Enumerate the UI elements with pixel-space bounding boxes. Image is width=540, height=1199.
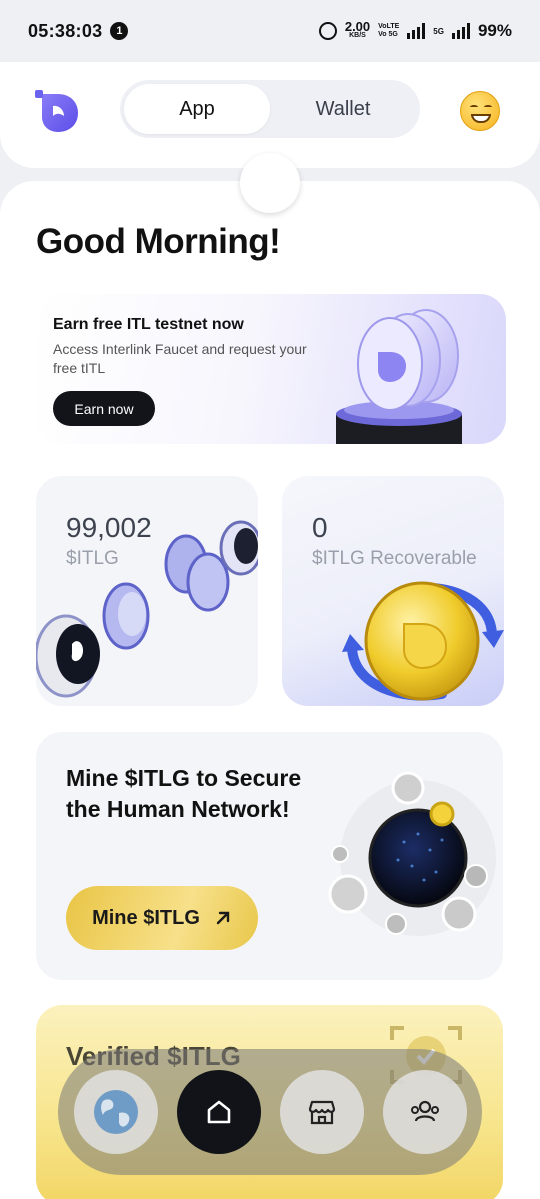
home-icon — [207, 1100, 230, 1124]
app-wallet-toggle: App Wallet — [120, 80, 420, 138]
recoverable-card[interactable]: 0 $ITLG Recoverable — [282, 476, 504, 706]
avatar-mouth — [471, 114, 491, 123]
arrow-up-right-icon — [216, 911, 230, 925]
status-time: 05:38:03 — [28, 20, 103, 41]
tab-wallet[interactable]: Wallet — [270, 84, 416, 134]
avatar-eye — [484, 105, 492, 109]
users-icon — [410, 1100, 439, 1122]
mine-title: Mine $ITLG to Secure the Human Network! — [66, 765, 302, 822]
mine-button-label: Mine $ITLG — [92, 906, 200, 929]
status-bar: 05:38:03 1 2.00 KB/S VoLTE Vo 5G 5G 99% — [0, 0, 540, 62]
globe-icon — [93, 1090, 138, 1134]
faucet-promo-card[interactable]: Earn free ITL testnet now Access Interli… — [36, 294, 506, 444]
earn-now-button[interactable]: Earn now — [53, 391, 155, 426]
interlink-logo-icon[interactable] — [32, 86, 82, 136]
signal-icon — [407, 23, 426, 39]
promo-title: Earn free ITL testnet now — [53, 316, 244, 333]
recoverable-value: 0 — [312, 512, 328, 543]
network-type: 5G — [433, 26, 444, 36]
coins-illustration — [36, 520, 258, 698]
status-icons: 2.00 KB/S VoLTE Vo 5G 5G 99% — [318, 19, 512, 41]
greeting-title: Good Morning! — [36, 222, 281, 261]
volte-bottom: Vo 5G — [378, 31, 398, 38]
network-globe-illustration — [328, 771, 496, 936]
nav-users[interactable] — [382, 1070, 467, 1154]
sheet-handle[interactable] — [240, 153, 300, 213]
avatar-eye — [470, 105, 478, 109]
balance-card[interactable]: 99,002 $ITLG — [36, 476, 258, 706]
signal-icon-2 — [451, 23, 470, 39]
recoverable-label: $ITLG Recoverable — [312, 548, 477, 569]
nav-store[interactable] — [279, 1070, 364, 1154]
coin-stack-illustration — [336, 309, 462, 444]
promo-subtitle: Access Interlink Faucet and request your… — [53, 341, 307, 376]
tab-app[interactable]: App — [124, 84, 270, 134]
mine-card: Mine $ITLG to Secure the Human Network! … — [36, 732, 503, 980]
bottom-nav — [58, 1049, 482, 1175]
nav-home[interactable] — [176, 1070, 261, 1154]
speed-value: 2.00 — [344, 19, 371, 34]
volte-indicator: VoLTE Vo 5G — [378, 23, 399, 39]
speed-unit: KB/S — [349, 32, 366, 39]
volte-top: VoLTE — [378, 23, 400, 30]
notification-badge: 1 — [110, 22, 129, 40]
battery-level: 99% — [477, 21, 512, 40]
store-icon — [308, 1100, 335, 1125]
network-speed: 2.00 KB/S — [344, 19, 371, 40]
nav-globe[interactable] — [73, 1070, 158, 1154]
alarm-icon — [318, 22, 337, 40]
gold-coin-refresh-illustration — [342, 581, 504, 701]
mine-button[interactable]: Mine $ITLG — [66, 886, 258, 950]
profile-avatar[interactable] — [460, 91, 500, 131]
